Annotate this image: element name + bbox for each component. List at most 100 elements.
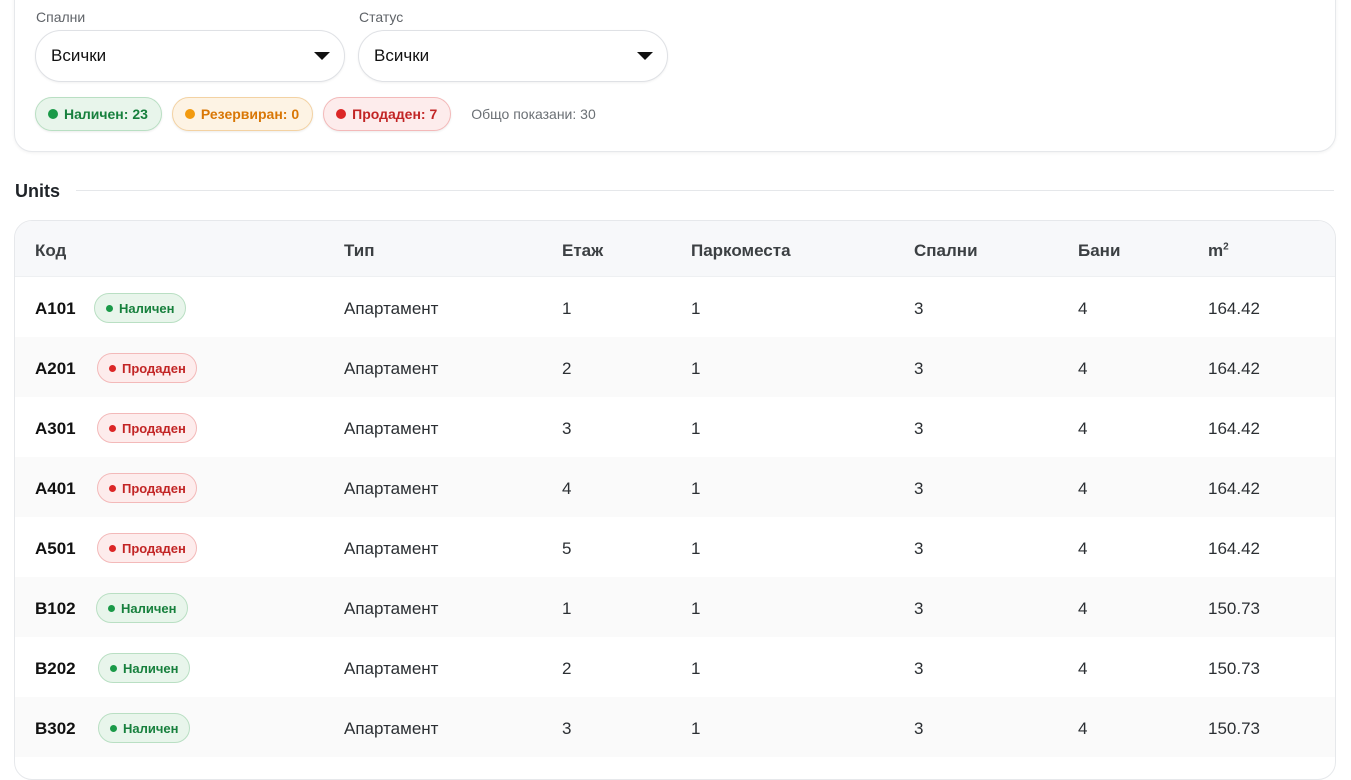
status-badge-label: Наличен <box>123 720 179 736</box>
unit-code[interactable]: B102 <box>35 599 76 619</box>
available-dot-icon <box>48 109 58 119</box>
status-badge-label: Продаден <box>122 540 186 556</box>
table-row[interactable]: B202 Наличен Апартамент 2 1 3 4 150.73 <box>15 637 1335 697</box>
unit-code[interactable]: A201 <box>35 359 76 379</box>
status-badge: Продаден <box>97 353 197 383</box>
status-badge: Продаден <box>97 533 197 563</box>
status-dot-icon <box>109 364 116 372</box>
status-filter-label: Статус <box>359 9 404 25</box>
total-shown-label: Общо показани: 30 <box>471 106 596 122</box>
table-row[interactable]: A401 Продаден Апартамент 4 1 3 4 164.42 <box>15 457 1335 517</box>
reserved-count-label: Резервиран: 0 <box>200 106 300 122</box>
unit-floor: 2 <box>562 659 572 678</box>
unit-floor: 5 <box>562 539 572 558</box>
unit-bathrooms: 4 <box>1078 599 1088 618</box>
table-body: A101 Наличен Апартамент 1 1 3 4 164.42 A201 Прода… <box>15 277 1335 757</box>
status-badge-label: Продаден <box>122 360 186 376</box>
status-dot-icon <box>109 544 116 552</box>
section-title: Units <box>15 181 60 201</box>
unit-type: Апартамент <box>344 659 439 678</box>
unit-type: Апартамент <box>344 719 439 738</box>
unit-parking: 1 <box>691 719 701 738</box>
header-bedrooms[interactable]: Спални <box>914 241 978 261</box>
unit-area: 164.42 <box>1208 539 1260 558</box>
status-select-value: Всички <box>374 46 430 65</box>
header-code[interactable]: Код <box>35 241 66 261</box>
unit-bedrooms: 3 <box>914 479 924 498</box>
unit-floor: 3 <box>562 719 572 738</box>
unit-code[interactable]: B302 <box>35 719 76 739</box>
reserved-count-chip[interactable]: Резервиран: 0 <box>171 97 314 131</box>
sold-count-chip[interactable]: Продаден: 7 <box>323 97 452 131</box>
unit-code[interactable]: A101 <box>35 299 76 319</box>
status-badge-label: Наличен <box>123 660 179 676</box>
status-badge: Наличен <box>98 653 190 683</box>
unit-area: 150.73 <box>1208 659 1260 678</box>
unit-type: Апартамент <box>344 359 439 378</box>
unit-area: 164.42 <box>1208 419 1260 438</box>
reserved-dot-icon <box>184 109 195 119</box>
header-floor[interactable]: Етаж <box>562 241 603 261</box>
unit-parking: 1 <box>691 359 701 378</box>
status-badge-label: Продаден <box>122 480 186 496</box>
unit-parking: 1 <box>691 599 701 618</box>
available-count-label: Наличен: 23 <box>64 106 148 122</box>
table-row[interactable]: A501 Продаден Апартамент 5 1 3 4 164.42 <box>15 517 1335 577</box>
table-row[interactable]: B102 Наличен Апартамент 1 1 3 4 150.73 <box>15 577 1335 637</box>
chevron-down-icon <box>637 52 653 60</box>
unit-area: 150.73 <box>1208 599 1260 618</box>
status-dot-icon <box>108 604 115 612</box>
status-dot-icon <box>110 724 117 732</box>
status-dot-icon <box>109 424 116 432</box>
bedrooms-filter-label: Спални <box>36 9 86 25</box>
unit-bathrooms: 4 <box>1078 659 1088 678</box>
unit-bedrooms: 3 <box>914 599 924 618</box>
unit-bathrooms: 4 <box>1078 479 1088 498</box>
unit-code[interactable]: B202 <box>35 659 76 679</box>
unit-bedrooms: 3 <box>914 359 924 378</box>
header-bathrooms[interactable]: Бани <box>1078 241 1120 261</box>
status-badge: Продаден <box>97 413 197 443</box>
table-row[interactable]: B302 Наличен Апартамент 3 1 3 4 150.73 <box>15 697 1335 757</box>
unit-parking: 1 <box>691 419 701 438</box>
bedrooms-select-value: Всички <box>51 46 107 65</box>
bedrooms-select[interactable]: Всички <box>35 30 345 82</box>
units-table: Код Тип Етаж Паркоместа Спални Бани m2 A… <box>14 220 1336 780</box>
unit-area: 164.42 <box>1208 359 1260 378</box>
available-count-chip[interactable]: Наличен: 23 <box>35 97 162 131</box>
unit-floor: 1 <box>562 599 572 618</box>
table-row[interactable]: A101 Наличен Апартамент 1 1 3 4 164.42 <box>15 277 1335 337</box>
status-dot-icon <box>110 664 117 672</box>
filter-panel: Спални Всички Статус Всички Наличен: 23 … <box>14 0 1336 152</box>
status-badge: Продаден <box>97 473 197 503</box>
unit-bedrooms: 3 <box>914 539 924 558</box>
header-area[interactable]: m2 <box>1208 241 1229 261</box>
unit-parking: 1 <box>691 299 701 318</box>
unit-bedrooms: 3 <box>914 659 924 678</box>
status-badge-label: Наличен <box>121 600 177 616</box>
status-badge: Наличен <box>96 593 188 623</box>
unit-bathrooms: 4 <box>1078 539 1088 558</box>
unit-code[interactable]: A301 <box>35 419 76 439</box>
unit-parking: 1 <box>691 539 701 558</box>
status-badge-label: Наличен <box>119 300 175 316</box>
sold-dot-icon <box>336 109 347 119</box>
unit-bathrooms: 4 <box>1078 719 1088 738</box>
status-select[interactable]: Всички <box>358 30 668 82</box>
unit-type: Апартамент <box>344 299 439 318</box>
unit-bedrooms: 3 <box>914 419 924 438</box>
header-parking[interactable]: Паркоместа <box>691 241 791 261</box>
status-badge: Наличен <box>94 293 186 323</box>
status-filter: Статус Всички <box>358 9 668 82</box>
header-type[interactable]: Тип <box>344 241 374 261</box>
table-row[interactable]: A201 Продаден Апартамент 2 1 3 4 164.42 <box>15 337 1335 397</box>
unit-parking: 1 <box>691 479 701 498</box>
unit-code[interactable]: A501 <box>35 539 76 559</box>
unit-area: 150.73 <box>1208 719 1260 738</box>
unit-parking: 1 <box>691 659 701 678</box>
table-row[interactable]: A301 Продаден Апартамент 3 1 3 4 164.42 <box>15 397 1335 457</box>
header-area-unit: m <box>1208 241 1224 260</box>
unit-code[interactable]: A401 <box>35 479 76 499</box>
status-dot-icon <box>109 484 116 492</box>
unit-bathrooms: 4 <box>1078 359 1088 378</box>
